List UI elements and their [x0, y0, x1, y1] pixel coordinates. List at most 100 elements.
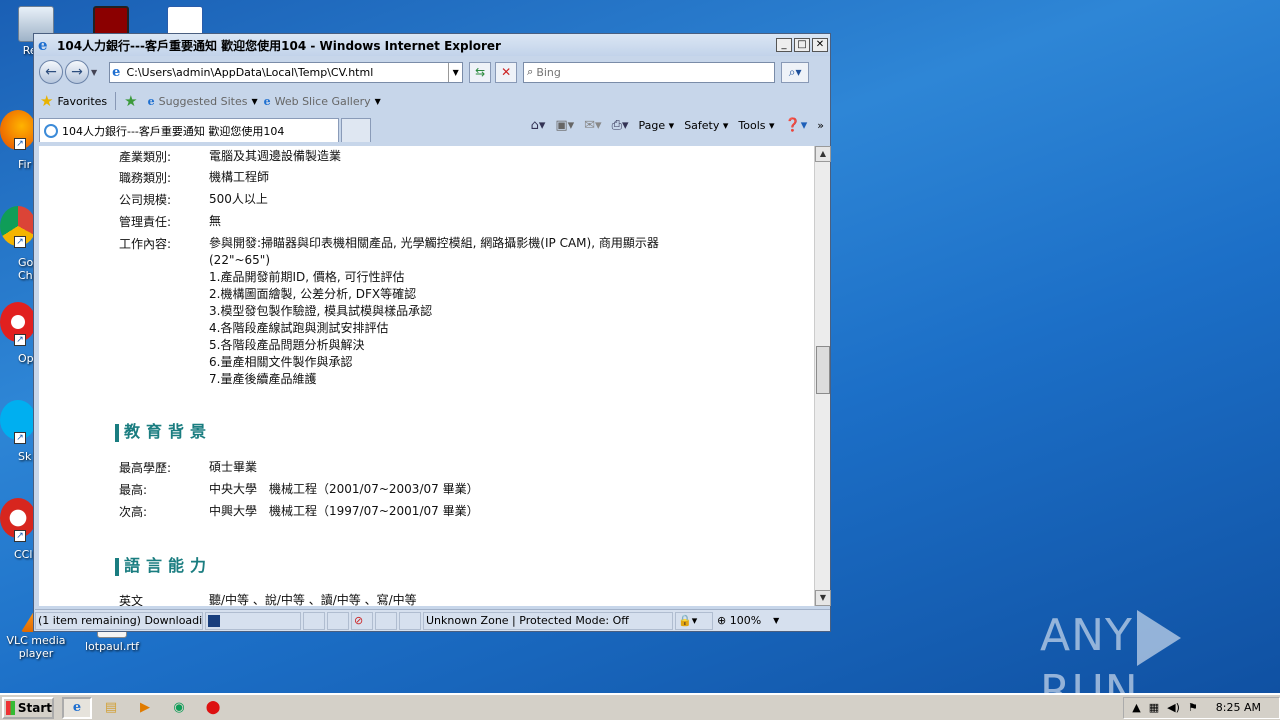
start-label: Start — [17, 700, 52, 715]
row-value: 聽/中等 、說/中等 、讀/中等 、寫/中等 — [209, 593, 417, 606]
search-go-button[interactable]: ⌕▾ — [781, 61, 810, 83]
search-field[interactable]: ⌕ — [523, 61, 776, 83]
taskbar-ie-button[interactable]: e — [62, 696, 92, 719]
row-value: 無 — [209, 214, 222, 228]
education-row: 最高學歷: 碩士畢業 — [119, 459, 719, 476]
add-favorite-icon[interactable]: ★ — [124, 92, 137, 110]
status-cell — [327, 611, 349, 630]
work-line: 1.產品開發前期ID, 價格, 可行性評估 — [209, 270, 405, 284]
work-content-list: 參與開發:掃瞄器與印表機相關產品, 光學觸控模組, 網路攝影機(IP CAM),… — [209, 235, 719, 388]
taskbar-explorer-button[interactable]: ▤ — [96, 697, 126, 719]
work-line: 7.量產後續產品維護 — [209, 372, 317, 386]
forward-button[interactable]: → — [65, 60, 89, 84]
chevron-down-icon[interactable]: ▼ — [375, 97, 381, 106]
zoom-control[interactable]: ⊕ 100% ▼ — [715, 612, 785, 630]
help-icon[interactable]: ❓▾ — [785, 118, 808, 133]
network-icon[interactable]: ▦ — [1149, 701, 1159, 714]
taskbar-chrome-button[interactable]: ◉ — [164, 697, 194, 719]
chevron-more-icon[interactable]: » — [817, 119, 824, 132]
address-dropdown-icon[interactable]: ▼ — [448, 62, 462, 82]
row-value: 500人以上 — [209, 192, 268, 206]
close-button[interactable]: ✕ — [812, 38, 828, 52]
tools-menu[interactable]: Tools ▾ — [738, 119, 774, 132]
shortcut-arrow-icon: ↗ — [14, 530, 26, 542]
search-input[interactable] — [536, 63, 757, 81]
firefox-label: Fir — [18, 158, 32, 171]
row-key: 次高: — [119, 505, 148, 519]
favorites-star-icon: ★ — [40, 92, 54, 110]
status-text: (1 item remaining) Downloading pi — [35, 611, 203, 630]
new-tab-button[interactable] — [341, 118, 371, 142]
windows-logo-icon — [6, 700, 15, 715]
address-field[interactable]: e C:\Users\admin\AppData\Local\Temp\CV.h… — [109, 61, 464, 83]
favorites-button[interactable]: Favorites — [57, 95, 107, 108]
play-logo-icon — [1136, 610, 1181, 666]
feeds-icon[interactable]: ▣▾ — [555, 118, 574, 133]
taskbar-antivirus-button[interactable]: ⬤ — [198, 697, 228, 719]
popup-blocked-icon[interactable]: ⊘ — [351, 611, 373, 630]
page-icon: e — [112, 64, 121, 80]
action-center-flag-icon[interactable]: ⚑ — [1188, 701, 1198, 714]
volume-icon[interactable]: ◀) — [1167, 701, 1180, 714]
row-value: 中央大學 機械工程（2001/07~2003/07 畢業） — [209, 482, 479, 496]
back-button[interactable]: ← — [39, 60, 63, 84]
ie-window: e 104人力銀行---客戶重要通知 歡迎您使用104 - Windows In… — [33, 33, 831, 632]
safety-menu[interactable]: Safety ▾ — [684, 119, 728, 132]
education-heading: 教育背景 — [115, 418, 212, 442]
page-menu[interactable]: Page ▾ — [639, 119, 675, 132]
vlc-label: VLC media player — [6, 634, 66, 660]
home-icon[interactable]: ⌂▾ — [531, 118, 546, 133]
protected-mode-icon[interactable]: 🔒▾ — [675, 611, 713, 630]
taskbar: Start e ▤ ▶ ◉ ⬤ ▲ ▦ ◀) ⚑ 8:25 AM — [0, 693, 1280, 720]
scroll-down-button[interactable]: ▼ — [815, 590, 831, 606]
tab-title: 104人力銀行---客戶重要通知 歡迎您使用104 — [62, 124, 285, 138]
chevron-down-icon: ▼ — [773, 616, 780, 625]
history-dropdown-icon[interactable]: ▼ — [91, 68, 97, 77]
work-line: 4.各階段產線試跑與測試安排評估 — [209, 321, 389, 335]
start-button[interactable]: Start — [2, 696, 54, 719]
refresh-button[interactable]: ⇆ — [469, 61, 492, 83]
mail-icon[interactable]: ✉▾ — [584, 118, 601, 133]
suggested-sites-link[interactable]: Suggested Sites — [159, 95, 248, 108]
chevron-down-icon[interactable]: ▼ — [251, 97, 257, 106]
scroll-thumb[interactable] — [816, 346, 830, 394]
progress-cell — [205, 611, 301, 630]
row-value: 電腦及其週邊設備製造業 — [209, 149, 342, 163]
rtf-file-label: lotpaul.rtf — [84, 640, 140, 653]
row-key: 公司規模: — [119, 193, 172, 207]
language-title: 語言能力 — [124, 556, 213, 575]
zone-text: Unknown Zone | Protected Mode: Off — [426, 614, 629, 627]
heading-bar — [115, 423, 119, 442]
clock[interactable]: 8:25 AM — [1216, 701, 1261, 714]
row-key: 產業類別: — [119, 150, 172, 164]
status-cell — [399, 611, 421, 630]
loading-icon — [44, 123, 58, 138]
work-line: 2.機構圖面繪製, 公差分析, DFX等確認 — [209, 287, 417, 301]
tray-expand-icon[interactable]: ▲ — [1132, 701, 1140, 714]
ie-logo-icon: e — [38, 36, 48, 54]
taskbar-media-player-button[interactable]: ▶ — [130, 697, 160, 719]
page-menu-label: Page — [638, 119, 666, 132]
print-icon[interactable]: ⎙▾ — [612, 118, 629, 133]
address-bar-row: ← → ▼ e C:\Users\admin\AppData\Local\Tem… — [34, 56, 830, 88]
maximize-button[interactable]: □ — [794, 38, 810, 52]
vertical-scrollbar[interactable]: ▲ ▼ — [814, 146, 831, 606]
row-value: 機構工程師 — [209, 170, 270, 184]
heading-bar — [115, 557, 119, 576]
window-titlebar[interactable]: e 104人力銀行---客戶重要通知 歡迎您使用104 - Windows In… — [34, 34, 830, 56]
system-tray: ▲ ▦ ◀) ⚑ 8:25 AM — [1123, 696, 1280, 719]
minimize-button[interactable]: _ — [776, 38, 792, 52]
work-line: 6.量產相關文件製作與承認 — [209, 355, 353, 369]
stop-button[interactable]: ✕ — [495, 61, 518, 83]
window-title: 104人力銀行---客戶重要通知 歡迎您使用104 - Windows Inte… — [57, 38, 501, 53]
row-key: 工作內容: — [119, 237, 172, 251]
opera-label: Op — [18, 352, 34, 365]
shortcut-arrow-icon: ↗ — [14, 138, 26, 150]
chrome-label: Go Chr — [18, 256, 38, 282]
separator — [115, 92, 117, 110]
tab-active[interactable]: 104人力銀行---客戶重要通知 歡迎您使用104 — [39, 118, 339, 142]
row-key: 英文 — [119, 594, 144, 606]
ie-page-icon: e — [147, 94, 155, 108]
scroll-up-button[interactable]: ▲ — [815, 146, 831, 162]
web-slice-gallery-link[interactable]: Web Slice Gallery — [275, 95, 371, 108]
